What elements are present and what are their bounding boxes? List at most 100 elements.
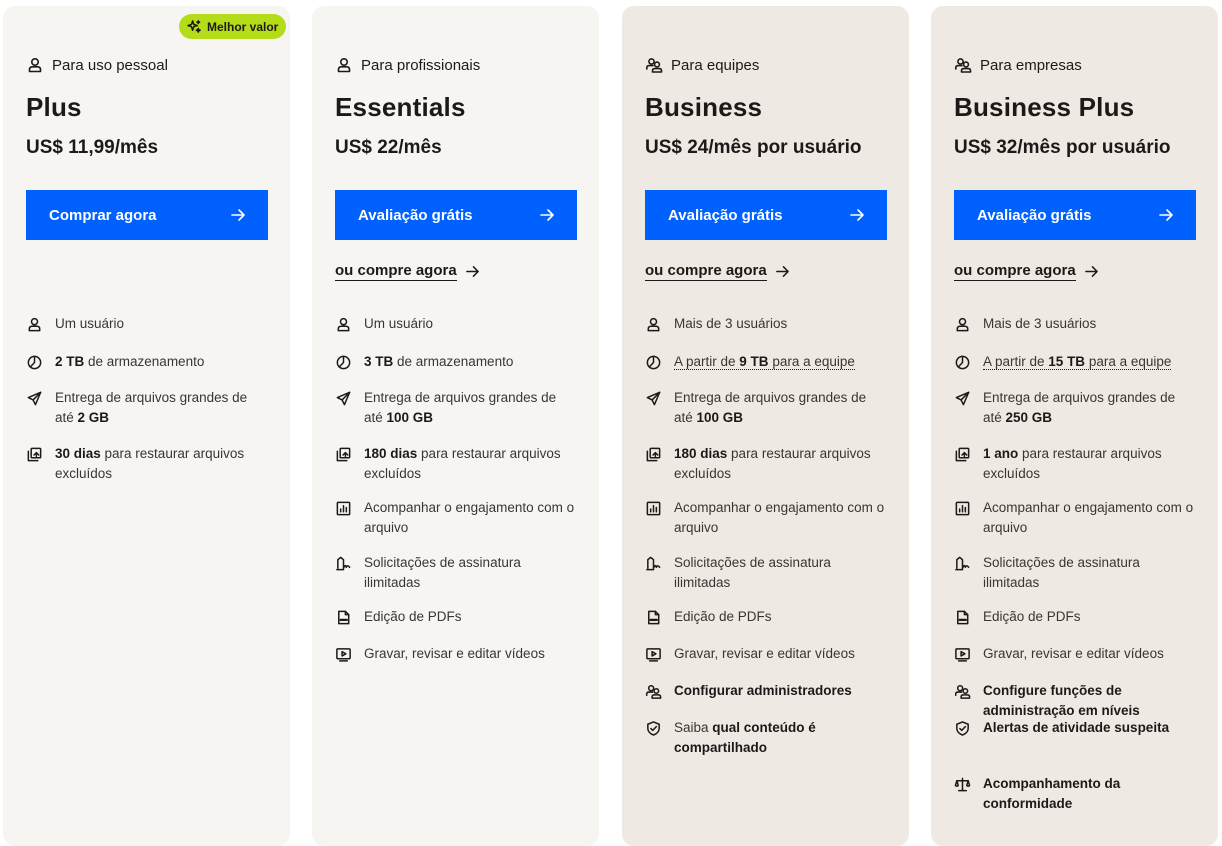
feature-text: Entrega de arquivos grandes de até 100 G… [364, 388, 575, 428]
feature-item: 3 TB de armazenamento [335, 352, 575, 372]
feature-pre: A partir de [983, 354, 1049, 369]
feature-tooltip-trigger[interactable]: A partir de 9 TB para a equipe [674, 354, 855, 370]
feature-text: Acompanhar o engajamento com o arquivo [674, 498, 885, 538]
restore-icon [646, 447, 661, 462]
sparkle-icon [187, 20, 201, 33]
plan-audience-label: Para profissionais [361, 56, 481, 74]
feature-post: Acompanhar o engajamento com o arquivo [983, 500, 1194, 535]
plan-name: Essentials [335, 92, 466, 122]
feature-text: Edição de PDFs [364, 607, 462, 627]
feature-item: 30 dias para restaurar arquivos excluído… [26, 444, 266, 484]
feature-post: para a equipe [768, 354, 855, 369]
feature-text: Configure funções de administração em ní… [983, 681, 1194, 721]
feature-item: Saiba qual conteúdo é compartilhado [645, 718, 885, 758]
feature-text: Acompanhamento da conformidade [983, 774, 1194, 814]
feature-item: Entrega de arquivos grandes de até 250 G… [954, 388, 1194, 428]
feature-text: Mais de 3 usuários [674, 314, 787, 334]
pricing-cards: Melhor valor Para uso pessoal Plus US$ 1… [0, 0, 1222, 846]
plan-audience-label: Para equipes [671, 56, 760, 74]
user-icon [28, 57, 42, 73]
user-icon [956, 317, 969, 332]
feature-item: Solicitações de assinatura ilimitadas [645, 553, 885, 593]
feature-item: Acompanhamento da conformidade [954, 774, 1194, 814]
restore-icon [336, 447, 351, 462]
feature-post: Gravar, revisar e editar vídeos [983, 646, 1164, 661]
feature-item: Entrega de arquivos grandes de até 2 GB [26, 388, 266, 428]
arrow-right-icon [465, 266, 479, 277]
feature-bold: 250 GB [1005, 410, 1053, 425]
feature-post: Mais de 3 usuários [983, 316, 1097, 331]
feature-text: Acompanhar o engajamento com o arquivo [364, 498, 575, 538]
plan-audience: Para profissionais [335, 56, 480, 74]
feature-post: Um usuário [364, 316, 434, 331]
free-trial-button[interactable]: Avaliação grátis [954, 190, 1196, 240]
feature-item: Mais de 3 usuários [645, 314, 885, 334]
feature-bold: Configure funções de administração em ní… [983, 683, 1140, 718]
send-icon [336, 391, 351, 406]
arrow-right-icon [1159, 209, 1173, 221]
feature-bold: 100 GB [696, 410, 744, 425]
feature-bold: 180 dias [674, 446, 728, 461]
feature-post: Gravar, revisar e editar vídeos [674, 646, 855, 661]
feature-post: Um usuário [55, 316, 125, 331]
feature-post: Mais de 3 usuários [674, 316, 788, 331]
buy-now-link[interactable]: ou compre agora [645, 262, 790, 281]
send-icon [955, 391, 970, 406]
feature-text: Saiba qual conteúdo é compartilhado [674, 718, 885, 758]
feature-text: Alertas de atividade suspeita [983, 718, 1169, 738]
badge-label: Melhor valor [207, 19, 279, 34]
feature-post: Acompanhar o engajamento com o arquivo [674, 500, 885, 535]
plan-price: US$ 32/mês por usuário [954, 137, 1171, 158]
feature-bold: 9 TB [739, 354, 769, 369]
best-value-badge: Melhor valor [179, 14, 287, 39]
buy-link-label: ou compre agora [645, 262, 767, 281]
analytics-icon [955, 501, 970, 516]
feature-pre: A partir de [674, 354, 740, 369]
signature-icon [336, 556, 351, 571]
feature-bold: 2 TB [55, 354, 85, 369]
feature-text: Edição de PDFs [674, 607, 772, 627]
feature-item: Solicitações de assinatura ilimitadas [335, 553, 575, 593]
feature-item: Entrega de arquivos grandes de até 100 G… [335, 388, 575, 428]
feature-post: para a equipe [1085, 354, 1172, 369]
feature-text: A partir de 15 TB para a equipe [983, 352, 1172, 372]
arrow-right-icon [540, 209, 554, 221]
plan-audience-label: Para uso pessoal [52, 56, 168, 74]
feature-item: Edição de PDFs [645, 607, 885, 627]
signature-icon [646, 556, 661, 571]
restore-icon [27, 447, 42, 462]
free-trial-button[interactable]: Avaliação grátis [335, 190, 577, 240]
feature-text: 30 dias para restaurar arquivos excluído… [55, 444, 266, 484]
buy-link-label: ou compre agora [335, 262, 457, 281]
buy-now-link[interactable]: ou compre agora [335, 262, 480, 281]
feature-bold: Acompanhamento da conformidade [983, 776, 1121, 811]
feature-text: Solicitações de assinatura ilimitadas [674, 553, 885, 593]
send-icon [646, 391, 661, 406]
plan-name: Business [645, 92, 763, 122]
buy-now-link[interactable]: ou compre agora [954, 262, 1099, 281]
free-trial-button[interactable]: Avaliação grátis [645, 190, 887, 240]
feature-text: Entrega de arquivos grandes de até 250 G… [983, 388, 1194, 428]
buy-now-button[interactable]: Comprar agora [26, 190, 268, 240]
team-icon [646, 58, 663, 73]
user-icon [337, 317, 350, 332]
feature-item: Acompanhar o engajamento com o arquivo [954, 498, 1194, 538]
feature-tooltip-trigger[interactable]: A partir de 15 TB para a equipe [983, 354, 1172, 370]
feature-item: Alertas de atividade suspeita [954, 718, 1194, 738]
feature-post: Edição de PDFs [983, 609, 1081, 624]
user-icon [647, 317, 660, 332]
cta-label: Avaliação grátis [668, 206, 783, 224]
feature-text: Solicitações de assinatura ilimitadas [983, 553, 1194, 593]
feature-text: Gravar, revisar e editar vídeos [983, 644, 1164, 664]
feature-item: Um usuário [335, 314, 575, 334]
feature-text: 2 TB de armazenamento [55, 352, 204, 372]
plan-audience: Para uso pessoal [26, 56, 168, 74]
cta-label: Avaliação grátis [977, 206, 1092, 224]
feature-bold: Configurar administradores [674, 683, 852, 698]
storage-icon [336, 355, 351, 370]
user-icon [337, 57, 351, 73]
feature-pre: Saiba [674, 720, 713, 735]
admin-icon [645, 684, 662, 699]
feature-item: Um usuário [26, 314, 266, 334]
feature-post: de armazenamento [393, 354, 514, 369]
